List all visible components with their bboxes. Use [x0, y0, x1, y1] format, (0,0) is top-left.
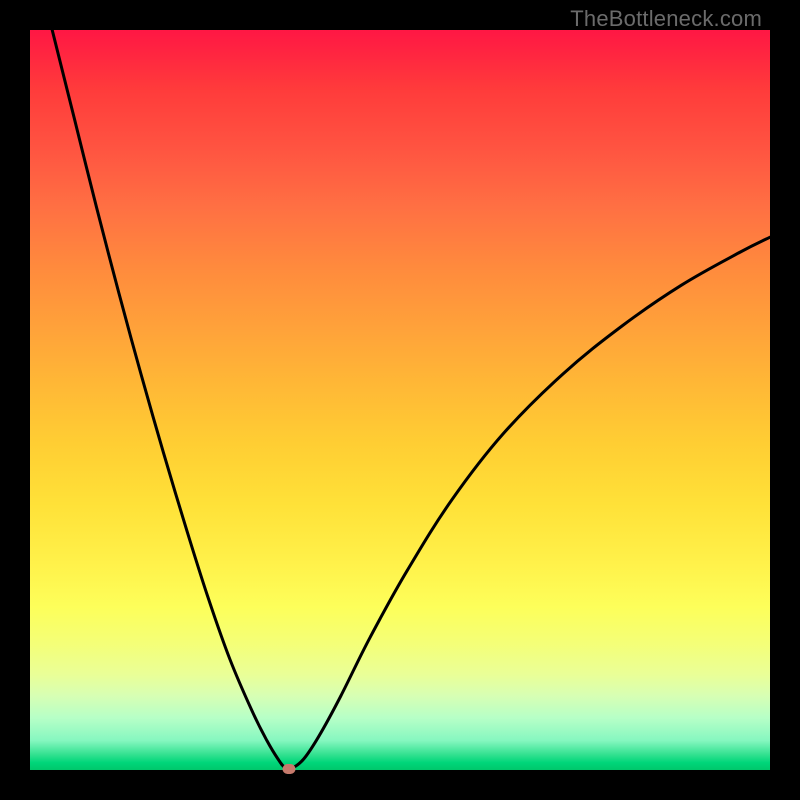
optimum-marker [283, 764, 296, 774]
plot-area [30, 30, 770, 770]
watermark-text: TheBottleneck.com [570, 6, 762, 32]
chart-frame: TheBottleneck.com [0, 0, 800, 800]
bottleneck-curve [30, 30, 770, 770]
